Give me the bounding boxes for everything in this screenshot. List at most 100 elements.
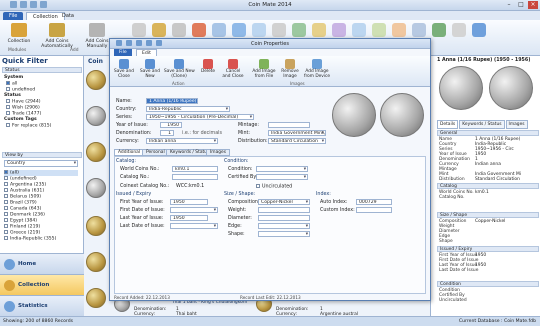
mint-select[interactable]: India Government Mint, M	[268, 130, 326, 136]
last-date-field[interactable]	[170, 223, 218, 229]
country-item[interactable]: Greece (219)	[4, 230, 40, 236]
nav-home[interactable]: Home	[0, 253, 84, 274]
tab-keywords-status[interactable]: Keywords / Status	[459, 120, 505, 129]
filter-tag-for-replace[interactable]: For replace (815)	[6, 123, 51, 129]
edit-icon[interactable]	[132, 23, 146, 37]
window-controls[interactable]: – □ ×	[504, 1, 538, 9]
print-icon[interactable]	[272, 23, 286, 37]
country-item[interactable]: Egypt (384)	[4, 218, 37, 224]
save-new-clone-button[interactable]: Save and New (Clone)	[164, 59, 195, 79]
collection-module-button[interactable]: Collection	[0, 23, 38, 44]
country-item[interactable]: India-Republic (355)	[4, 236, 56, 242]
sort-icon[interactable]	[252, 23, 266, 37]
filter-system-undefined[interactable]: undefined	[6, 87, 35, 93]
weight-field[interactable]	[258, 207, 310, 213]
auto-index-field[interactable]: 000729	[356, 199, 392, 205]
custom-index-field[interactable]	[356, 207, 392, 213]
first-year-field[interactable]: 1950	[170, 199, 208, 205]
minimize-icon[interactable]: –	[504, 1, 514, 9]
condition-select[interactable]	[256, 166, 308, 172]
remove-image-button[interactable]: Remove Image	[278, 59, 302, 79]
delete-button[interactable]: Delete	[196, 59, 220, 75]
year-field[interactable]: 1950	[160, 122, 182, 128]
country-item[interactable]: Argentina (235)	[4, 182, 46, 188]
coin-obverse-image[interactable]	[439, 66, 483, 110]
details-condition-header[interactable]: Condition	[437, 281, 539, 287]
coin-thumbnail[interactable]	[86, 288, 106, 308]
series-select[interactable]: 1950~1956 - Circulation (Pre-Decimal)	[146, 114, 254, 120]
help-icon[interactable]	[472, 23, 486, 37]
image-icon[interactable]	[372, 23, 386, 37]
distribution-select[interactable]: Standard Circulation	[268, 138, 326, 144]
green-book-icon[interactable]	[432, 23, 446, 37]
search-icon[interactable]	[212, 23, 226, 37]
first-date-field[interactable]	[170, 207, 218, 213]
save-new-button[interactable]: Save and New	[138, 59, 162, 79]
report-icon[interactable]	[312, 23, 326, 37]
copy-icon[interactable]	[172, 23, 186, 37]
tab-images[interactable]: Images	[505, 120, 528, 129]
add-image-file-button[interactable]: Add Image from File	[250, 59, 278, 79]
subtab-additional[interactable]: Additional	[114, 149, 145, 156]
subtab-images[interactable]: Images	[206, 149, 231, 156]
view-by-header[interactable]: View by	[2, 152, 82, 158]
filter-status-wish[interactable]: Wish (2906)	[6, 105, 40, 111]
country-select[interactable]: India-Republic	[146, 106, 230, 112]
coin-thumbnail[interactable]	[86, 178, 106, 198]
country-item[interactable]: (all)	[4, 170, 78, 176]
filter-status-trade[interactable]: Trade (1477)	[6, 111, 41, 117]
tab-data[interactable]: Data	[56, 12, 80, 20]
mintage-field[interactable]	[268, 122, 310, 128]
coin-obverse-preview[interactable]	[332, 93, 376, 137]
export-icon[interactable]	[292, 23, 306, 37]
add-image-device-button[interactable]: Add Image from Device	[302, 59, 332, 79]
name-field[interactable]: 1 Anna (1/16 Rupee)	[146, 98, 198, 104]
coin-thumbnail[interactable]	[86, 216, 106, 236]
settings-icon[interactable]	[392, 23, 406, 37]
currency-select[interactable]: Indian anna	[146, 138, 218, 144]
layout-icon[interactable]	[352, 23, 366, 37]
view-by-select[interactable]: Country	[4, 160, 78, 167]
certified-select[interactable]	[256, 174, 308, 180]
details-general-header[interactable]: General	[437, 130, 539, 136]
coin-reverse-preview[interactable]	[380, 93, 424, 137]
coin-reverse-image[interactable]	[489, 66, 533, 110]
diameter-field[interactable]	[258, 215, 310, 221]
maximize-icon[interactable]: □	[516, 1, 526, 9]
country-item[interactable]: (undefined)	[4, 176, 37, 182]
country-item[interactable]: Belarus (509)	[4, 194, 41, 200]
filter-status-have[interactable]: Have (2944)	[6, 99, 41, 105]
shape-select[interactable]	[258, 231, 310, 237]
nav-collection[interactable]: Collection	[0, 274, 84, 295]
tools-icon[interactable]	[412, 23, 426, 37]
dialog-tab-file[interactable]: File	[114, 49, 132, 56]
details-size-header[interactable]: Size / Shape	[437, 212, 539, 218]
coin-thumbnail[interactable]	[86, 106, 106, 126]
coin-thumbnail[interactable]	[86, 70, 106, 90]
status-section-header[interactable]: Status	[2, 67, 82, 73]
details-catalog-header[interactable]: Catalog	[437, 183, 539, 189]
coin-icon[interactable]	[152, 23, 166, 37]
add-coins-auto-button[interactable]: Add Coins Automatically	[38, 23, 76, 49]
cancel-close-button[interactable]: Cancel and Close	[221, 59, 245, 79]
delete-icon[interactable]	[192, 23, 206, 37]
world-coins-field[interactable]: km0.1	[172, 166, 218, 172]
save-close-button[interactable]: Save and Close	[112, 59, 136, 79]
subtab-personal[interactable]: Personal	[142, 149, 169, 156]
coin-thumbnail[interactable]	[86, 142, 106, 162]
filter-system-all[interactable]: all	[6, 81, 17, 87]
details-issued-header[interactable]: Issued / Expiry	[437, 246, 539, 252]
list-icon[interactable]	[452, 23, 466, 37]
coin-thumbnail[interactable]	[86, 252, 106, 272]
tab-file[interactable]: File	[3, 12, 24, 20]
country-item[interactable]: Finland (219)	[4, 224, 40, 230]
uncirculated-checkbox[interactable]: Uncirculated	[256, 184, 292, 190]
filter-icon[interactable]	[232, 23, 246, 37]
country-item[interactable]: Australia (631)	[4, 188, 44, 194]
last-year-field[interactable]: 1950	[170, 215, 208, 221]
dialog-tab-edit[interactable]: Edit	[136, 49, 157, 56]
view-icon[interactable]	[332, 23, 346, 37]
country-item[interactable]: Brazil (379)	[4, 200, 37, 206]
country-item[interactable]: Denmark (236)	[4, 212, 45, 218]
tab-details[interactable]: Details	[437, 120, 459, 129]
